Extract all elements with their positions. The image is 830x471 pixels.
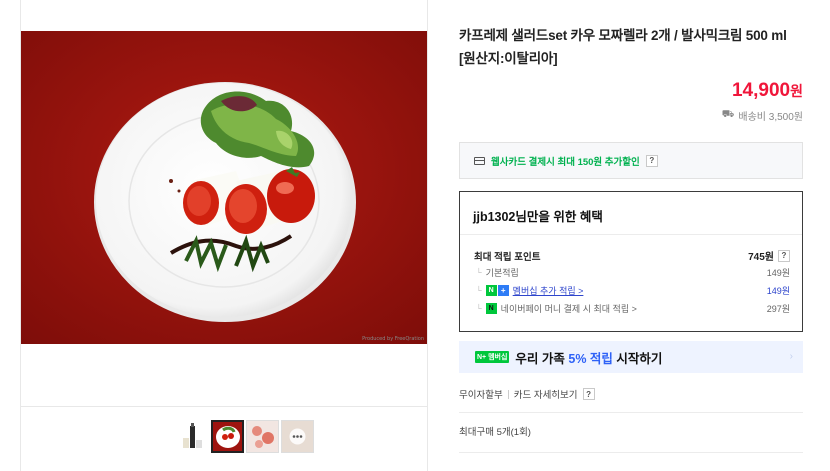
tree-branch-icon: └ [476, 304, 482, 313]
more-thumbnail-image [282, 421, 313, 452]
help-icon[interactable]: ? [778, 249, 790, 262]
naverpay-points-link[interactable]: 네이버페이 머니 결제 시 최대 적립 > [501, 302, 637, 315]
help-icon[interactable]: ? [582, 388, 595, 400]
card-detail-link[interactable]: 카드 자세히보기 [514, 387, 578, 401]
shipping-info: ⛟ 배송비 3,500원 [722, 108, 803, 123]
basic-points-value: 149원 [766, 268, 790, 278]
divider [460, 234, 802, 235]
purchase-limit: 최대구매 5개(1회) [459, 427, 531, 438]
product-title: 카프레제 샐러드set 카우 모짜렐라 2개 / 발사믹크림 500 ml [원… [459, 28, 787, 66]
thumbnail-salad[interactable] [211, 420, 244, 453]
installment-label: 무이자할부 [459, 390, 503, 401]
basic-points-label: 기본적립 [485, 268, 519, 278]
truck-icon: ⛟ [721, 109, 735, 120]
thumbnail-tomato-plate[interactable] [246, 420, 279, 453]
naver-pay-icon: N [485, 303, 497, 314]
thumbnail-more[interactable] [281, 420, 314, 453]
divider [459, 452, 803, 453]
photo-credit: Produced by FreeQration [362, 336, 424, 342]
bottle-thumbnail-image [183, 423, 202, 448]
shipping-fee: 배송비 3,500원 [738, 112, 803, 123]
chevron-right-icon: › [789, 351, 793, 362]
product-image-panel: Produced by FreeQration [20, 0, 428, 471]
installment-row: 무이자할부 카드 자세히보기 ? [459, 387, 595, 401]
price: 14,900원 [732, 80, 803, 102]
max-points-value: 745원 [748, 252, 774, 263]
member-benefit-box: jjb1302님만을 위한 혜택 최대 적립 포인트 745원 ? └ 기본적립 … [459, 191, 803, 332]
thumbnail-strip [176, 420, 314, 453]
separator [507, 389, 509, 399]
thumbnail-bottles[interactable] [176, 420, 209, 453]
tree-branch-icon: └ [476, 286, 482, 295]
naver-plus-badge-icon: N + [485, 285, 509, 296]
benefit-title: jjb1302님만을 위한 혜택 [473, 210, 603, 224]
divider [21, 406, 427, 407]
membership-promo-banner[interactable]: N+ 멤버십 우리 가족 5% 적립 시작하기 › [459, 341, 803, 373]
card-discount-text: 웹사카드 결제시 최대 150원 추가할인 [491, 156, 640, 168]
naver-plus-membership-badge: N+ 멤버십 [475, 351, 510, 363]
max-points-label: 최대 적립 포인트 [474, 251, 541, 263]
price-value: 14,900 [731, 80, 791, 101]
promo-highlight: 5% 적립 [568, 351, 613, 366]
card-discount-box: 웹사카드 결제시 최대 150원 추가할인 ? [459, 142, 803, 179]
membership-points-link[interactable]: 멤버십 추가 적립 > [513, 284, 584, 297]
membership-points-value: 149원 [766, 286, 790, 296]
credit-card-icon [474, 156, 485, 165]
help-icon[interactable]: ? [645, 154, 658, 167]
basic-points-row: └ 기본적립 149원 [474, 266, 790, 279]
product-main-image[interactable]: Produced by FreeQration [21, 31, 427, 344]
price-unit: 원 [790, 83, 803, 99]
divider [459, 412, 803, 413]
tree-branch-icon: └ [476, 268, 482, 277]
membership-points-row: └ N + 멤버십 추가 적립 > 149원 [474, 284, 790, 297]
salad-thumbnail-image [213, 422, 242, 451]
promo-text: 우리 가족 5% 적립 시작하기 [515, 351, 663, 366]
tomato-plate-thumbnail-image [247, 421, 278, 452]
product-info-panel: 카프레제 샐러드set 카우 모짜렐라 2개 / 발사믹크림 500 ml [원… [459, 0, 803, 471]
naverpay-points-row: └ N 네이버페이 머니 결제 시 최대 적립 > 297원 [474, 302, 790, 315]
naverpay-points-value: 297원 [766, 304, 790, 314]
max-points-row: 최대 적립 포인트 745원 ? [474, 248, 790, 263]
caprese-salad-photo [21, 31, 427, 344]
